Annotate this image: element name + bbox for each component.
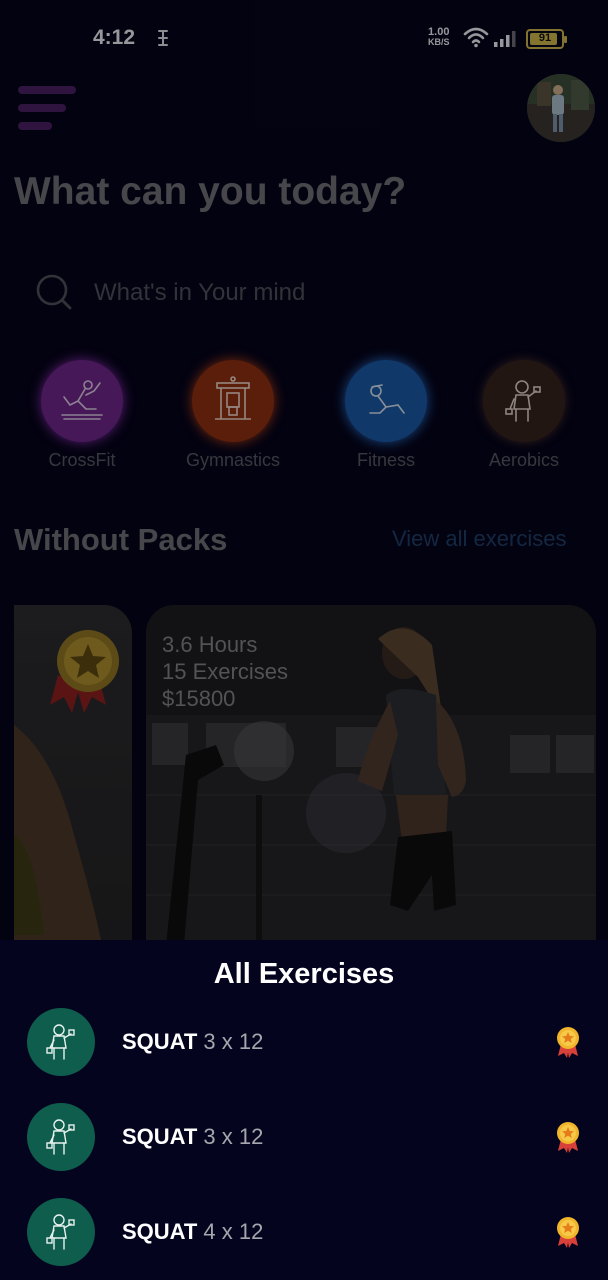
speed-value: 1.00 (428, 26, 450, 38)
category-label: Aerobics (488, 450, 560, 470)
avatar[interactable] (527, 74, 595, 142)
wifi-icon (463, 27, 489, 48)
crossfit-icon (61, 380, 103, 420)
pack-card-image (14, 630, 119, 940)
category-aerobics[interactable]: Aerobics (464, 360, 584, 471)
dumbbell-woman-icon (46, 1024, 75, 1060)
exercise-row[interactable]: SQUAT 3 x 12 (0, 1002, 608, 1082)
category-label: Gymnastics (185, 450, 281, 470)
network-speed: 1.00 KB/S (428, 26, 450, 48)
pack-card-featured[interactable]: 3.6 Hours 15 Exercises $15800 (146, 605, 596, 940)
signal-icon (494, 31, 516, 47)
battery-icon: 91 (526, 29, 567, 49)
category-gymnastics[interactable]: Gymnastics (173, 360, 293, 471)
exercise-thumbnail (27, 1008, 95, 1076)
gym-machine-icon (215, 376, 251, 420)
status-time: 4:12 (93, 26, 136, 49)
category-crossfit[interactable]: CrossFit (22, 360, 142, 471)
exercise-row[interactable]: SQUAT 4 x 12 (0, 1192, 608, 1272)
situp-icon (369, 384, 405, 414)
menu-icon[interactable] (18, 86, 76, 130)
award-medal-icon[interactable] (555, 1026, 581, 1058)
category-label: Fitness (356, 450, 416, 470)
award-medal-icon[interactable] (555, 1216, 581, 1248)
award-medal-icon[interactable] (555, 1121, 581, 1153)
sheet-title: All Exercises (213, 958, 395, 990)
exercise-reps: 3 x 12 (203, 1124, 264, 1149)
speed-unit: KB/S (428, 37, 450, 47)
pack-exercises: 15 Exercises (162, 659, 288, 684)
data-saver-icon (158, 30, 168, 46)
search-input[interactable] (94, 268, 564, 318)
battery-percent: 91 (538, 32, 552, 44)
dumbbell-woman-icon (505, 380, 541, 422)
exercise-reps: 3 x 12 (203, 1029, 264, 1054)
pack-price: $15800 (162, 686, 236, 711)
category-fitness[interactable]: Fitness (326, 360, 446, 471)
section-title: Without Packs (14, 522, 228, 557)
all-exercises-sheet: All Exercises SQUAT 3 x 12 SQUAT 3 x 12 … (0, 940, 608, 1280)
page-title: What can you today? (14, 170, 407, 213)
search-icon (36, 274, 72, 310)
exercise-row[interactable]: SQUAT 3 x 12 (0, 1097, 608, 1177)
status-bar: 4:12 1.00 KB/S 91 (0, 0, 608, 78)
exercise-name: SQUAT 4 x 12 (122, 1219, 263, 1245)
exercise-thumbnail (27, 1198, 95, 1266)
avatar-photo (527, 74, 595, 142)
pack-details: 3.6 Hours 15 Exercises $15800 (162, 631, 288, 712)
pack-hours: 3.6 Hours (162, 632, 258, 657)
exercise-title: SQUAT (122, 1219, 198, 1244)
pack-card-previous[interactable] (14, 605, 132, 940)
exercise-title: SQUAT (122, 1124, 198, 1149)
category-label: CrossFit (48, 450, 116, 470)
exercise-reps: 4 x 12 (203, 1219, 264, 1244)
view-all-exercises-link[interactable]: View all exercises (392, 526, 566, 552)
award-medal-icon (50, 630, 119, 713)
exercise-name: SQUAT 3 x 12 (122, 1029, 263, 1055)
dumbbell-woman-icon (46, 1214, 75, 1250)
search-bar[interactable] (36, 268, 576, 318)
home-screen: 4:12 1.00 KB/S 91 What can you today? Wh… (0, 0, 608, 940)
dumbbell-woman-icon (46, 1119, 75, 1155)
exercise-title: SQUAT (122, 1029, 198, 1054)
exercise-thumbnail (27, 1103, 95, 1171)
exercise-name: SQUAT 3 x 12 (122, 1124, 263, 1150)
